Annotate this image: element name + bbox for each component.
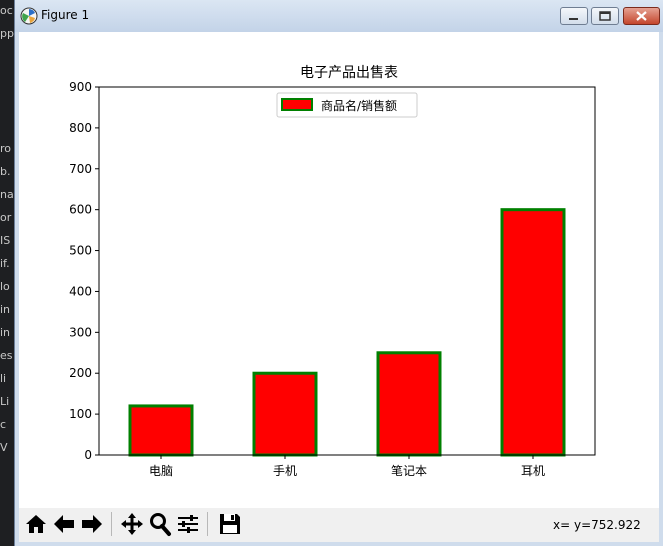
home-icon: [26, 515, 46, 533]
arrow-right-icon: [82, 515, 102, 533]
navigation-toolbar: x= y=752.922: [19, 508, 659, 542]
background-text-fragment: or: [0, 211, 12, 224]
background-text-fragment: c: [0, 418, 7, 431]
bar: [252, 371, 318, 457]
bar-chart: 电子产品出售表 0 100 200 300 400 500 600 700 800 900 电脑 手机…: [69, 65, 596, 478]
matplotlib-app-icon: [20, 7, 38, 25]
x-tick-label: 手机: [273, 464, 297, 478]
legend-label: 商品名/销售额: [321, 98, 397, 113]
legend-swatch: [281, 98, 313, 111]
background-text-fragment: if.: [0, 257, 10, 270]
toolbar-separator: [207, 512, 208, 536]
toolbar-separator: [111, 512, 112, 536]
back-button[interactable]: [51, 511, 77, 537]
floppy-disk-icon: [220, 514, 240, 534]
y-tick-label: 0: [84, 448, 92, 462]
zoom-button[interactable]: [147, 511, 173, 537]
x-tick-label: 笔记本: [391, 463, 427, 478]
x-tick-label: 耳机: [521, 464, 545, 478]
y-tick-label: 900: [69, 80, 92, 94]
background-text-fragment: IS: [0, 234, 11, 247]
y-tick-label: 100: [69, 407, 92, 421]
background-text-fragment: b.: [0, 165, 11, 178]
coordinates-readout: x= y=752.922: [553, 518, 641, 532]
y-tick-label: 400: [69, 284, 92, 298]
forward-button[interactable]: [79, 511, 105, 537]
background-text-fragment: in: [0, 326, 11, 339]
pan-button[interactable]: [119, 511, 145, 537]
home-button[interactable]: [23, 511, 49, 537]
background-text-fragment: Li: [0, 395, 10, 408]
arrow-left-icon: [54, 515, 74, 533]
background-text-fragment: oc: [0, 4, 13, 17]
y-tick-label: 600: [69, 203, 92, 217]
y-tick-label: 200: [69, 366, 92, 380]
x-tick-label: 电脑: [149, 464, 173, 478]
background-text-fragment: ro: [0, 142, 12, 155]
title-bar[interactable]: Figure 1: [15, 0, 663, 32]
background-text-fragment: V: [0, 441, 8, 454]
chart-title: 电子产品出售表: [300, 65, 398, 81]
close-button[interactable]: [623, 7, 660, 25]
background-text-fragment: na: [0, 188, 14, 201]
move-icon: [121, 513, 143, 535]
figure-window: Figure 1 电子产品出售表 0 100 200 300 400 500 600 700 8…: [14, 0, 663, 546]
window-title: Figure 1: [41, 8, 90, 22]
configure-subplots-button[interactable]: [175, 511, 201, 537]
maximize-button[interactable]: [591, 7, 619, 25]
magnifier-icon: [150, 513, 171, 536]
background-window-strip: oc pp ro b. na or IS if. lo in in es li Li c V: [0, 0, 14, 546]
figure-canvas: 电子产品出售表 0 100 200 300 400 500 600 700 800 900 电脑 手机…: [19, 32, 659, 542]
bar: [500, 208, 566, 457]
background-text-fragment: in: [0, 303, 11, 316]
background-text-fragment: li: [0, 372, 7, 385]
background-text-fragment: lo: [0, 280, 10, 293]
y-tick-label: 800: [69, 121, 92, 135]
sliders-icon: [178, 515, 198, 533]
y-tick-label: 300: [69, 325, 92, 339]
y-tick-label: 700: [69, 162, 92, 176]
minimize-button[interactable]: [560, 7, 588, 25]
legend: 商品名/销售额: [276, 92, 418, 118]
bar: [128, 404, 194, 457]
save-button[interactable]: [217, 511, 243, 537]
background-text-fragment: es: [0, 349, 13, 362]
bar: [376, 351, 442, 457]
background-text-fragment: pp: [0, 27, 14, 40]
y-tick-label: 500: [69, 244, 92, 258]
